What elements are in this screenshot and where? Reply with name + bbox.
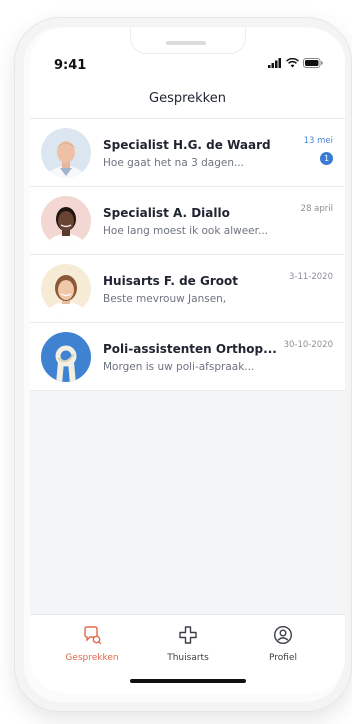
tab-label: Gesprekken [65,653,119,663]
app-screen: 9:41 Gesprekken Specialist H.G. de Waard… [30,28,345,693]
conversation-name: Poli-assistenten Orthop... [103,342,277,356]
wifi-icon [286,58,299,68]
profile-icon [273,625,293,645]
unread-badge: 1 [320,152,333,165]
conversation-date: 30-10-2020 [283,340,333,350]
home-indicator[interactable] [130,679,246,683]
avatar-specialist-de-waard [41,128,91,178]
page-title: Gesprekken [149,90,226,106]
avatar-huisarts-de-groot [41,264,91,314]
conversation-name: Specialist H.G. de Waard [103,138,271,152]
status-icons [268,58,323,68]
conversation-item[interactable]: Specialist H.G. de Waard Hoe gaat het na… [30,119,345,187]
chat-icon [84,626,102,645]
conversation-date: 13 mei [303,136,333,146]
tab-thuisarts[interactable]: Thuisarts [148,625,228,663]
page-header: Gesprekken [30,78,345,119]
conversation-item[interactable]: Poli-assistenten Orthop... Morgen is uw … [30,323,345,391]
conversation-item[interactable]: Huisarts F. de Groot Beste mevrouw Janse… [30,255,345,323]
conversation-preview: Beste mevrouw Jansen, [103,293,227,305]
avatar-poli-orthopedie-knot-icon [41,332,91,382]
conversation-name: Huisarts F. de Groot [103,274,238,288]
conversation-name: Specialist A. Diallo [103,206,230,220]
conversation-list: Specialist H.G. de Waard Hoe gaat het na… [30,119,345,391]
conversation-preview: Morgen is uw poli-afspraak... [103,361,255,373]
conversation-date: 3-11-2020 [289,272,333,282]
conversation-item[interactable]: Specialist A. Diallo Hoe lang moest ik o… [30,187,345,255]
conversation-preview: Hoe gaat het na 3 dagen... [103,157,245,169]
tab-profiel[interactable]: Profiel [243,625,323,663]
conversation-date: 28 april [300,204,333,214]
battery-icon [303,58,323,68]
tab-gesprekken[interactable]: Gesprekken [52,625,132,663]
bottom-tab-bar: Gesprekken Thuisarts Profiel [30,614,345,693]
status-time: 9:41 [54,58,87,73]
tab-label: Profiel [269,653,297,663]
device-speaker [166,41,206,45]
avatar-specialist-diallo [41,196,91,246]
signal-icon [268,58,281,68]
tab-label: Thuisarts [167,653,209,663]
conversation-preview: Hoe lang moest ik ook alweer... [103,225,268,237]
phone-frame: 9:41 Gesprekken Specialist H.G. de Waard… [14,17,352,712]
medical-cross-icon [179,626,197,644]
